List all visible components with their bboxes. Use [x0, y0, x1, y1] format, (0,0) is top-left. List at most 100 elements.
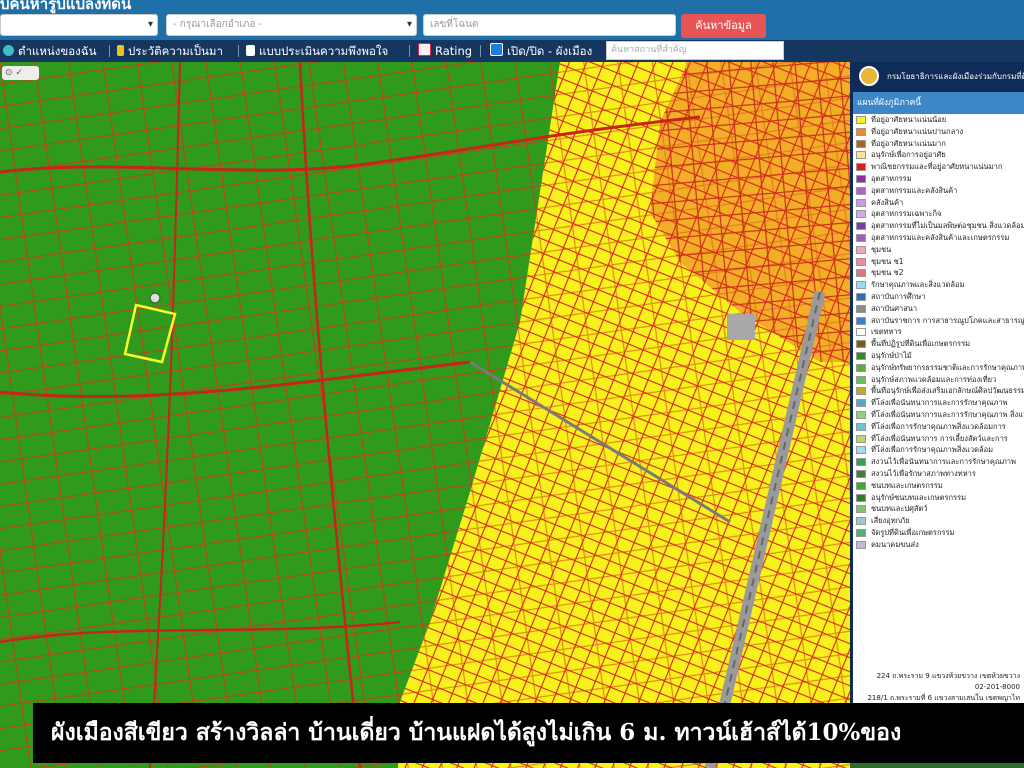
- legend-label: ชุมชน ช1: [871, 256, 904, 266]
- legend-label: คมนาคมขนส่ง: [871, 539, 919, 549]
- deed-number-input[interactable]: เลขที่โฉนด: [423, 14, 676, 36]
- district-select[interactable]: - กรุณาเลือกอำเภอ - ▾: [166, 14, 417, 36]
- legend-list: ที่อยู่อาศัยหนาแน่นน้อยที่อยู่อาศัยหนาแน…: [853, 114, 1024, 550]
- legend-label: อุตสาหกรรม: [871, 173, 912, 183]
- chevron-down-icon: ▾: [406, 19, 412, 30]
- legend-swatch: [856, 540, 866, 549]
- legend-label: เสี่ยงอุทกภัย: [871, 516, 910, 526]
- legend-swatch: [856, 139, 866, 148]
- legend-swatch: [856, 493, 866, 502]
- legend-label: อุตสาหกรรมเฉพาะกิจ: [871, 209, 942, 219]
- legend-label: ชุมชน: [871, 244, 892, 254]
- chevron-down-icon: ▾: [147, 19, 153, 30]
- chart-icon: [418, 43, 431, 56]
- header-bar: บค้นหารูปแปลงที่ดิน ▾ - กรุณาเลือกอำเภอ …: [0, 0, 1024, 40]
- legend-label: ชนบทและเกษตรกรรม: [871, 480, 943, 490]
- legend-label: อนุรักษ์ทรัพยากรธรรมชาติและการรักษาคุณภา…: [871, 362, 1024, 372]
- document-icon: [246, 45, 255, 56]
- legend-item: ชนบทและเกษตรกรรม: [853, 480, 1024, 492]
- zoning-map[interactable]: [0, 62, 850, 768]
- legend-item: ชนบทและปศุสัตว์: [853, 503, 1024, 515]
- legend-item: ที่อยู่อาศัยหนาแน่นน้อย: [853, 114, 1024, 126]
- place-search-input[interactable]: ค้นหาสถานที่สำคัญ: [606, 41, 784, 60]
- legend-swatch: [856, 517, 866, 526]
- legend-label: สงวนไว้เพื่อนันทนาการและการรักษาคุณภาพ: [871, 457, 1016, 467]
- legend-swatch: [856, 351, 866, 360]
- legend-item: ที่โล่งเพื่อนันทนาการและการรักษาคุณภาพ: [853, 397, 1024, 409]
- legend-swatch: [856, 458, 866, 467]
- my-location-button[interactable]: ตำแหน่งของฉัน: [3, 40, 96, 62]
- legend-swatch: [856, 328, 866, 337]
- legend-swatch: [856, 245, 866, 254]
- legend-item: เสี่ยงอุทกภัย: [853, 515, 1024, 527]
- history-button[interactable]: ประวัติความเป็นมา: [117, 40, 223, 62]
- legend-item: ชุมชน ช1: [853, 256, 1024, 268]
- legend-item: อนุรักษ์ป่าไม้: [853, 350, 1024, 362]
- legend-label: อุตสาหกรรมและคลังสินค้า: [871, 185, 958, 195]
- legend-item: คลังสินค้า: [853, 197, 1024, 209]
- rating-button[interactable]: Rating: [418, 40, 472, 62]
- legend-label: อุตสาหกรรมที่ไม่เป็นมลพิษต่อชุมชน สิ่งแว…: [871, 221, 1024, 231]
- legend-swatch: [856, 422, 866, 431]
- legend-item: พาณิชยกรรมและที่อยู่อาศัยหนาแน่นมาก: [853, 161, 1024, 173]
- marker-pin-icon[interactable]: [149, 292, 161, 304]
- legend-item: พื้นที่อนุรักษ์เพื่อส่งเสริมเอกลักษณ์ศิล…: [853, 385, 1024, 397]
- legend-label: สถาบันการศึกษา: [871, 291, 926, 301]
- legend-swatch: [856, 116, 866, 124]
- legend-swatch: [856, 469, 866, 478]
- checkbox-checked-icon: [490, 43, 503, 56]
- legend-swatch: [856, 198, 866, 207]
- legend-swatch: [856, 375, 866, 384]
- legend-item: อนุรักษ์ชนบทและเกษตรกรรม: [853, 492, 1024, 504]
- legend-swatch: [856, 387, 866, 396]
- legend-item: อุตสาหกรรมและคลังสินค้าและเกษตรกรรม: [853, 232, 1024, 244]
- province-select[interactable]: ▾: [0, 14, 158, 36]
- zoning-toggle[interactable]: เปิด/ปิด - ผังเมือง: [490, 40, 592, 62]
- map-controls[interactable]: ⊙ ✓: [2, 66, 39, 80]
- legend-item: อุตสาหกรรมและคลังสินค้า: [853, 185, 1024, 197]
- legend-label: อุตสาหกรรมและคลังสินค้าและเกษตรกรรม: [871, 232, 1010, 242]
- legend-item: จัดรูปที่ดินเพื่อเกษตรกรรม: [853, 527, 1024, 539]
- legend-item: คมนาคมขนส่ง: [853, 539, 1024, 551]
- legend-label: รักษาคุณภาพและสิ่งแวดล้อม: [871, 280, 965, 290]
- legend-item: สงวนไว้เพื่อนันทนาการและการรักษาคุณภาพ: [853, 456, 1024, 468]
- legend-label: ชนบทและปศุสัตว์: [871, 504, 928, 514]
- legend-item: ที่โล่งเพื่อนันทนาการ การเลี้ยงสัตว์และก…: [853, 433, 1024, 445]
- legend-swatch: [856, 151, 866, 160]
- legend-swatch: [856, 410, 866, 419]
- legend-swatch: [856, 434, 866, 443]
- location-icon: [3, 45, 14, 56]
- legend-swatch: [856, 316, 866, 325]
- legend-swatch: [856, 505, 866, 514]
- legend-item: อุตสาหกรรมเฉพาะกิจ: [853, 208, 1024, 220]
- legend-swatch: [856, 222, 866, 231]
- survey-button[interactable]: แบบประเมินความพึงพอใจ: [246, 40, 388, 62]
- legend-item: สถาบันราชการ การสาธารณูปโภคและสาธารณูปกา…: [853, 315, 1024, 327]
- legend-label: สถาบันราชการ การสาธารณูปโภคและสาธารณูปกา…: [871, 315, 1024, 325]
- legend-label: พาณิชยกรรมและที่อยู่อาศัยหนาแน่นมาก: [871, 162, 1003, 172]
- legend-item: ชุมชน: [853, 244, 1024, 256]
- legend-item: ที่โล่งเพื่อการรักษาคุณภาพสิ่งแวดล้อมการ: [853, 421, 1024, 433]
- legend-label: สถาบันศาสนา: [871, 303, 918, 313]
- map-canvas[interactable]: ⊙ ✓: [0, 62, 850, 768]
- legend-swatch: [856, 292, 866, 301]
- video-caption: ผังเมืองสีเขียว สร้างวิลล่า บ้านเดี่ยว บ…: [33, 703, 1024, 763]
- search-button[interactable]: ค้นหาข้อมูล: [681, 14, 766, 38]
- legend-label: อนุรักษ์ป่าไม้: [871, 350, 912, 360]
- legend-label: อนุรักษ์ชนบทและเกษตรกรรม: [871, 492, 967, 502]
- divider: [409, 45, 410, 57]
- legend-swatch: [856, 233, 866, 242]
- legend-swatch: [856, 186, 866, 195]
- legend-swatch: [856, 257, 866, 266]
- legend-swatch: [856, 363, 866, 372]
- legend-label: ชุมชน ช2: [871, 268, 904, 278]
- legend-label: พื้นที่อนุรักษ์เพื่อส่งเสริมเอกลักษณ์ศิล…: [871, 386, 1024, 396]
- legend-item: รักษาคุณภาพและสิ่งแวดล้อม: [853, 279, 1024, 291]
- legend-label: ที่อยู่อาศัยหนาแน่นมาก: [871, 138, 946, 148]
- divider: [480, 45, 481, 57]
- legend-swatch: [856, 446, 866, 455]
- legend-swatch: [856, 163, 866, 172]
- legend-footer: 224 ถ.พระราม 9 แขวงห้วยขวาง เขตห้วยขวาง …: [867, 672, 1020, 702]
- legend-swatch: [856, 340, 866, 349]
- legend-label: พื้นที่ปฏิรูปที่ดินเพื่อเกษตรกรรม: [871, 339, 971, 349]
